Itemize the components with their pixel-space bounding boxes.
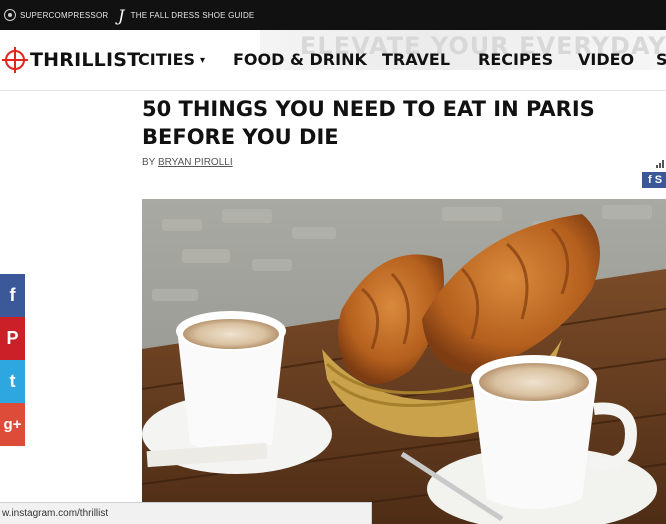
supercompressor-link[interactable]: SUPERCOMPRESSOR	[4, 0, 108, 30]
pinterest-share-button[interactable]: P	[0, 317, 25, 360]
dress-shoe-guide-link[interactable]: J THE FALL DRESS SHOE GUIDE	[118, 0, 254, 30]
croissants-and-coffee-photo	[142, 199, 666, 524]
thrillist-logo[interactable]: THRILLIST	[2, 42, 140, 78]
nav-travel[interactable]: TRAVEL	[382, 50, 450, 69]
facebook-icon: f	[9, 285, 16, 305]
nav-recipes[interactable]: RECIPES	[478, 50, 553, 69]
google-plus-share-button[interactable]: g+	[0, 403, 25, 446]
floating-share-bar: f P t g+	[0, 274, 25, 446]
twitter-share-button[interactable]: t	[0, 360, 25, 403]
share-count-icon	[656, 160, 666, 168]
status-url: w.instagram.com/thrillist	[2, 508, 109, 519]
article-title-line-1: 50 THINGS YOU NEED TO EAT IN PARIS	[142, 97, 595, 121]
supercompressor-logo-icon	[4, 9, 16, 21]
facebook-share-button[interactable]: f	[0, 274, 25, 317]
dress-shoe-guide-label: THE FALL DRESS SHOE GUIDE	[130, 10, 255, 20]
hero-image	[142, 199, 666, 524]
nav-cities[interactable]: CITIES ▾	[138, 50, 205, 69]
author-link[interactable]: BRYAN PIROLLI	[158, 157, 233, 168]
j-logo-icon: J	[118, 5, 125, 25]
byline-prefix: BY	[142, 157, 158, 168]
article-title: 50 THINGS YOU NEED TO EAT IN PARIS BEFOR…	[142, 95, 642, 151]
brand-name: THRILLIST	[30, 49, 141, 71]
google-plus-icon: g+	[3, 416, 22, 433]
byline: BY BRYAN PIROLLI	[142, 157, 233, 168]
nav-cities-label: CITIES	[138, 50, 196, 69]
crosshair-logo-icon	[2, 47, 28, 73]
top-utility-bar: SUPERCOMPRESSOR J THE FALL DRESS SHOE GU…	[0, 0, 666, 30]
facebook-share-mini-button[interactable]: f S	[642, 172, 666, 188]
nav-video[interactable]: VIDEO	[578, 50, 634, 69]
twitter-icon: t	[9, 371, 16, 391]
supercompressor-label: SUPERCOMPRESSOR	[20, 10, 109, 20]
browser-status-bar: w.instagram.com/thrillist	[0, 502, 372, 524]
nav-food-drink[interactable]: FOOD & DRINK	[233, 50, 367, 69]
pinterest-icon: P	[6, 328, 19, 348]
chevron-down-icon: ▾	[200, 55, 206, 66]
nav-truncated-item[interactable]: S	[656, 50, 666, 69]
article-title-line-2: BEFORE YOU DIE	[142, 125, 339, 149]
main-navigation: ELEVATE YOUR EVERYDAY THRILLIST CITIES ▾ …	[0, 30, 666, 91]
